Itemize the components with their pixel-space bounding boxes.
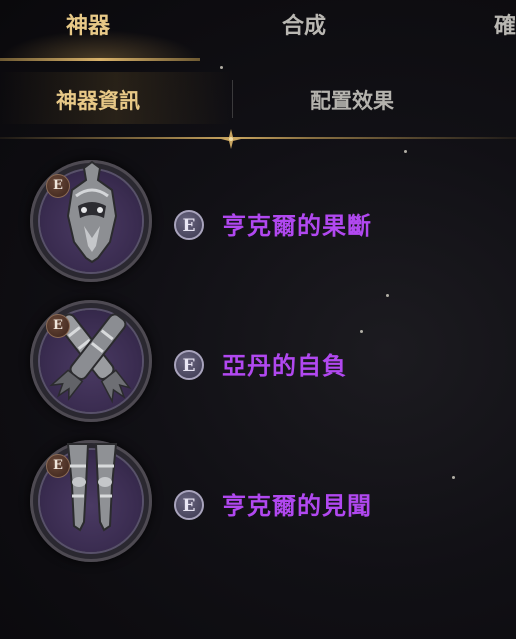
sub-tab-bar: 神器資訊 配置效果 — [0, 72, 516, 128]
item-name[interactable]: 亨克爾的見聞 — [222, 486, 372, 521]
grade-icon: E — [174, 210, 204, 240]
top-tab-bar: 神器 合成 確 — [0, 0, 516, 62]
artifact-row[interactable]: E E 亞丹的自負 — [0, 286, 516, 422]
artifact-row[interactable]: E E 亨克爾的果斷 — [0, 146, 516, 282]
ambient-particle — [220, 66, 223, 69]
subtab-artifact-info[interactable]: 神器資訊 — [56, 85, 140, 115]
item-name[interactable]: 亞丹的自負 — [222, 346, 347, 381]
grade-badge: E — [46, 174, 70, 198]
tab-partial[interactable]: 確 — [494, 8, 516, 40]
grade-badge: E — [46, 454, 70, 478]
gauntlets-icon — [49, 313, 132, 404]
ambient-particle — [404, 150, 407, 153]
ambient-particle — [452, 476, 455, 479]
ambient-particle — [360, 330, 363, 333]
active-tab-underline — [0, 58, 200, 61]
artifact-row[interactable]: E E 亨克爾的見聞 — [0, 426, 516, 562]
subtab-placement-effect[interactable]: 配置效果 — [310, 85, 394, 115]
subtab-divider — [232, 80, 233, 118]
helmet-icon — [66, 160, 118, 264]
tab-artifact[interactable]: 神器 — [66, 8, 110, 40]
greaves-icon — [66, 443, 118, 532]
tab-synthesis[interactable]: 合成 — [282, 8, 326, 40]
grade-badge: E — [46, 314, 70, 338]
grade-icon: E — [174, 350, 204, 380]
grade-icon: E — [174, 490, 204, 520]
item-name[interactable]: 亨克爾的果斷 — [222, 206, 372, 241]
ambient-particle — [386, 294, 389, 297]
section-divider — [0, 137, 516, 139]
